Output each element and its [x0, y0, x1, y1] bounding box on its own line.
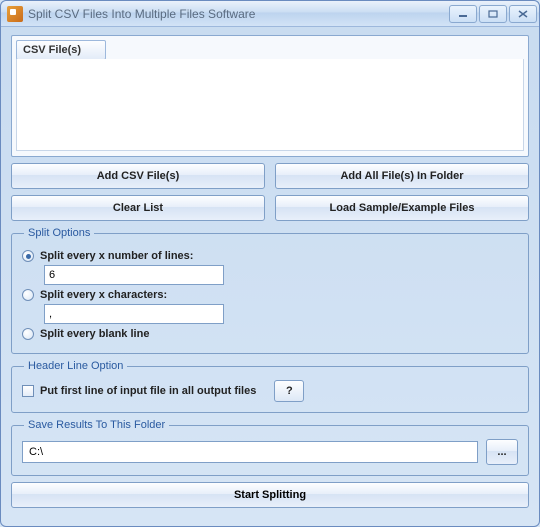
split-chars-option[interactable]: Split every x characters:: [22, 289, 518, 301]
save-folder-legend: Save Results To This Folder: [24, 419, 169, 431]
window-controls: [449, 5, 537, 23]
save-folder-group: Save Results To This Folder ...: [11, 419, 529, 476]
file-list-header: CSV File(s): [16, 40, 106, 60]
app-icon: [7, 6, 23, 22]
button-row-1: Add CSV File(s) Add All File(s) In Folde…: [11, 163, 529, 189]
split-chars-label: Split every x characters:: [40, 289, 167, 301]
header-checkbox-label: Put first line of input file in all outp…: [40, 385, 256, 397]
load-sample-button[interactable]: Load Sample/Example Files: [275, 195, 529, 221]
maximize-icon: [488, 10, 498, 18]
file-list-panel: CSV File(s): [11, 35, 529, 157]
titlebar: Split CSV Files Into Multiple Files Soft…: [1, 1, 539, 27]
minimize-icon: [458, 10, 468, 18]
close-icon: [518, 10, 528, 18]
save-folder-input[interactable]: [22, 441, 478, 463]
split-chars-input[interactable]: [44, 304, 224, 324]
app-window: Split CSV Files Into Multiple Files Soft…: [0, 0, 540, 527]
split-blank-label: Split every blank line: [40, 328, 149, 340]
add-all-in-folder-button[interactable]: Add All File(s) In Folder: [275, 163, 529, 189]
radio-icon: [22, 289, 34, 301]
header-line-group: Header Line Option Put first line of inp…: [11, 360, 529, 413]
add-csv-files-button[interactable]: Add CSV File(s): [11, 163, 265, 189]
browse-folder-button[interactable]: ...: [486, 439, 518, 465]
start-splitting-button[interactable]: Start Splitting: [11, 482, 529, 508]
maximize-button[interactable]: [479, 5, 507, 23]
split-blank-option[interactable]: Split every blank line: [22, 328, 518, 340]
split-lines-input[interactable]: [44, 265, 224, 285]
split-lines-option[interactable]: Split every x number of lines:: [22, 250, 518, 262]
header-line-row: Put first line of input file in all outp…: [22, 380, 518, 402]
radio-icon: [22, 250, 34, 262]
split-lines-label: Split every x number of lines:: [40, 250, 193, 262]
minimize-button[interactable]: [449, 5, 477, 23]
clear-list-button[interactable]: Clear List: [11, 195, 265, 221]
close-button[interactable]: [509, 5, 537, 23]
split-options-legend: Split Options: [24, 227, 94, 239]
header-checkbox[interactable]: [22, 385, 34, 397]
save-folder-row: ...: [22, 439, 518, 465]
client-area: CSV File(s) Add CSV File(s) Add All File…: [1, 27, 539, 526]
file-list[interactable]: [16, 59, 524, 151]
radio-icon: [22, 328, 34, 340]
header-line-legend: Header Line Option: [24, 360, 127, 372]
button-row-2: Clear List Load Sample/Example Files: [11, 195, 529, 221]
help-button[interactable]: ?: [274, 380, 304, 402]
window-title: Split CSV Files Into Multiple Files Soft…: [28, 7, 449, 21]
split-options-group: Split Options Split every x number of li…: [11, 227, 529, 354]
